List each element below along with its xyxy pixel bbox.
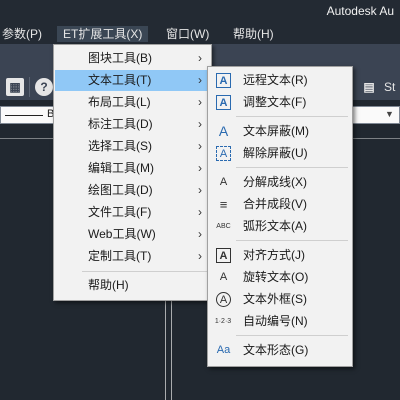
menu-window[interactable]: 窗口(W) [160, 26, 215, 42]
menu-item-label: 图块工具(B) [88, 51, 152, 65]
menu-item-label: 标注工具(D) [88, 117, 153, 131]
menu-item-custom-tools[interactable]: 定制工具(T) › [55, 246, 210, 267]
menu-item-text-case[interactable]: Aa 文本形态(G) [209, 340, 351, 361]
menu-separator [82, 271, 207, 272]
menu-item-remote-text[interactable]: A 远程文本(R) [209, 70, 351, 91]
linetype-combo[interactable]: B [0, 106, 58, 124]
menu-item-text-mask[interactable]: A 文本屏蔽(M) [209, 121, 351, 142]
adjust-text-icon: A [216, 95, 231, 110]
calculator-icon[interactable]: ▦ [6, 78, 24, 96]
menu-item-label: 文本形态(G) [243, 343, 309, 357]
chevron-right-icon: › [198, 117, 202, 131]
remote-text-icon: A [216, 73, 231, 88]
menu-item-web-tools[interactable]: Web工具(W) › [55, 224, 210, 245]
merge-text-icon: ≡ [219, 197, 228, 212]
menu-item-label: 帮助(H) [88, 278, 129, 292]
menu-separator [236, 335, 348, 336]
menu-item-draw-tools[interactable]: 绘图工具(D) › [55, 180, 210, 201]
explode-text-icon: A [219, 176, 228, 188]
menu-separator [236, 167, 348, 168]
menu-item-merge-text[interactable]: ≡ 合并成段(V) [209, 194, 351, 215]
text-frame-icon: A [216, 292, 231, 307]
menu-item-label: 编辑工具(M) [88, 161, 154, 175]
menu-separator [236, 116, 348, 117]
menu-item-label: 解除屏蔽(U) [243, 146, 308, 160]
window-title: Autodesk Au [326, 4, 394, 18]
menu-item-label: Web工具(W) [88, 227, 156, 241]
auto-number-icon: 1·2·3 [214, 318, 232, 325]
menu-item-auto-number[interactable]: 1·2·3 自动编号(N) [209, 311, 351, 332]
menu-item-arc-text[interactable]: ABC 弧形文本(A) [209, 216, 351, 237]
layer-combo[interactable]: ▼ [350, 106, 400, 124]
menu-item-adjust-text[interactable]: A 调整文本(F) [209, 92, 351, 113]
style-label: St [384, 80, 396, 94]
chevron-right-icon: › [198, 139, 202, 153]
unmask-text-icon: A [216, 146, 231, 161]
menu-item-edit-tools[interactable]: 编辑工具(M) › [55, 158, 210, 179]
menu-item-label: 自动编号(N) [243, 314, 308, 328]
chevron-right-icon: › [198, 95, 202, 109]
align-text-icon: A [216, 248, 231, 263]
menu-item-text-frame[interactable]: A 文本外框(S) [209, 289, 351, 310]
menu-item-explode-text[interactable]: A 分解成线(X) [209, 172, 351, 193]
title-bar: Autodesk Au [0, 0, 400, 24]
linetype-preview [5, 115, 43, 116]
menu-item-label: 选择工具(S) [88, 139, 152, 153]
rotate-text-icon: A [219, 271, 228, 283]
text-case-icon: Aa [216, 344, 231, 356]
menu-item-label: 旋转文本(O) [243, 270, 309, 284]
menu-item-label: 布局工具(L) [88, 95, 151, 109]
chevron-down-icon: ▼ [385, 109, 394, 119]
chevron-right-icon: › [198, 205, 202, 219]
menu-item-help[interactable]: 帮助(H) [55, 275, 210, 296]
menu-item-label: 弧形文本(A) [243, 219, 307, 233]
menu-item-layout-tools[interactable]: 布局工具(L) › [55, 92, 210, 113]
menu-item-label: 绘图工具(D) [88, 183, 153, 197]
text-tools-submenu: A 远程文本(R) A 调整文本(F) A 文本屏蔽(M) A 解除屏蔽(U) A 分解成… [207, 66, 353, 367]
menu-item-text-tools[interactable]: 文本工具(T) › [55, 70, 210, 91]
arc-text-icon: ABC [216, 223, 231, 230]
menu-item-label: 文本工具(T) [88, 73, 152, 87]
menu-params[interactable]: 参数(P) [0, 26, 48, 42]
menu-item-label: 文件工具(F) [88, 205, 152, 219]
chevron-right-icon: › [198, 183, 202, 197]
menu-item-label: 对齐方式(J) [243, 248, 305, 262]
menu-item-file-tools[interactable]: 文件工具(F) › [55, 202, 210, 223]
menu-item-label: 定制工具(T) [88, 249, 152, 263]
menu-help[interactable]: 帮助(H) [227, 26, 280, 42]
menu-item-label: 文本屏蔽(M) [243, 124, 309, 138]
menu-item-dimension-tools[interactable]: 标注工具(D) › [55, 114, 210, 135]
menu-item-label: 合并成段(V) [243, 197, 307, 211]
menu-item-label: 文本外框(S) [243, 292, 307, 306]
menu-item-label: 调整文本(F) [243, 95, 307, 109]
menu-separator [236, 240, 348, 241]
menu-item-align-text[interactable]: A 对齐方式(J) [209, 245, 351, 266]
toolbar-separator [29, 77, 30, 97]
chevron-right-icon: › [198, 249, 202, 263]
chevron-right-icon: › [198, 161, 202, 175]
chevron-right-icon: › [198, 227, 202, 241]
table-icon[interactable]: ▤ [360, 78, 378, 96]
menu-bar: 参数(P) ET扩展工具(X) 窗口(W) 帮助(H) [0, 24, 400, 44]
menu-item-label: 远程文本(R) [243, 73, 308, 87]
text-mask-icon: A [218, 123, 229, 139]
help-icon[interactable]: ? [35, 78, 53, 96]
et-tools-menu: 图块工具(B) › 文本工具(T) › 布局工具(L) › 标注工具(D) › 选择工具… [53, 44, 212, 301]
chevron-right-icon: › [198, 51, 202, 65]
menu-et-tools[interactable]: ET扩展工具(X) [57, 26, 149, 42]
menu-item-label: 分解成线(X) [243, 175, 307, 189]
menu-item-unmask-text[interactable]: A 解除屏蔽(U) [209, 143, 351, 164]
menu-item-rotate-text[interactable]: A 旋转文本(O) [209, 267, 351, 288]
menu-item-block-tools[interactable]: 图块工具(B) › [55, 48, 210, 69]
chevron-right-icon: › [198, 73, 202, 87]
menu-item-selection-tools[interactable]: 选择工具(S) › [55, 136, 210, 157]
